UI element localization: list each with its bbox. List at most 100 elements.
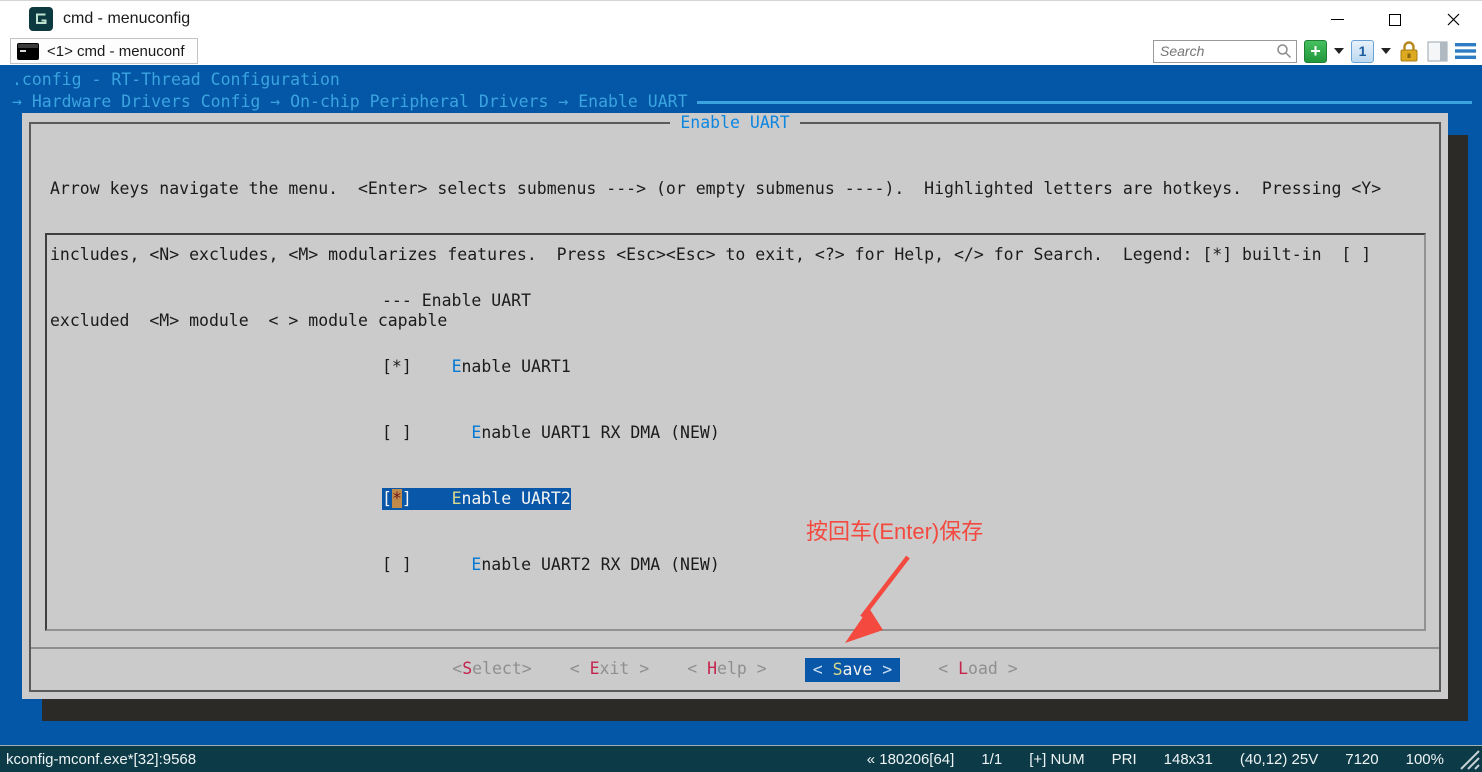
hotkey-letter: H — [707, 659, 717, 678]
breadcrumb-text: → Hardware Drivers Config → On-chip Peri… — [12, 91, 688, 113]
zoom-level[interactable]: 100% — [1406, 751, 1444, 768]
lock-icon[interactable] — [1398, 40, 1420, 63]
dialog-title: Enable UART — [670, 113, 799, 132]
bracket: < — [570, 659, 590, 678]
conemu-app-icon — [29, 7, 53, 31]
help-button[interactable]: < Help > — [687, 658, 767, 682]
tab-cmd-menuconf[interactable]: <1> cmd - menuconf — [10, 38, 198, 64]
status-bar: kconfig-mconf.exe*[32]:9568 « 180206[64]… — [0, 745, 1482, 772]
button-separator — [31, 647, 1439, 649]
breadcrumb: → Hardware Drivers Config → On-chip Peri… — [12, 91, 1472, 113]
menu-hamburger-icon[interactable] — [1455, 43, 1476, 59]
search-icon — [1276, 43, 1292, 59]
checkbox-state: [ ] — [382, 423, 412, 442]
save-button[interactable]: < Save > — [805, 658, 901, 682]
window-controls — [1308, 1, 1482, 38]
plus-icon: + — [1310, 41, 1321, 62]
hotkey-letter: E — [471, 555, 481, 574]
new-console-dropdown-icon[interactable] — [1334, 48, 1344, 54]
cursor-position: (40,12) 25V — [1240, 751, 1318, 768]
window-title: cmd - menuconfig — [63, 10, 190, 28]
gap — [412, 423, 472, 442]
console-number: 1 — [1359, 43, 1367, 59]
dialog-buttons: <Select> < Exit > < Help > < Save > < Lo… — [22, 658, 1448, 682]
priority-indicator: PRI — [1112, 751, 1137, 768]
bracket: > — [872, 660, 892, 679]
console-icon — [17, 43, 39, 60]
help-line: Arrow keys navigate the menu. <Enter> se… — [50, 178, 1381, 200]
maximize-button[interactable] — [1366, 1, 1424, 38]
bracket: [ — [382, 489, 392, 508]
menu-separator-label: --- Enable UART — [382, 290, 720, 312]
separator-text: --- Enable UART — [382, 291, 531, 310]
item-text: nable UART2 — [462, 489, 571, 508]
num-lock-indicator[interactable]: [+] NUM — [1029, 751, 1084, 768]
item-text: nable UART1 — [462, 357, 571, 376]
hotkey-letter: E — [452, 357, 462, 376]
panel-view-icon[interactable] — [1427, 41, 1448, 62]
menu-item-enable-uart1[interactable]: [*] Enable UART1 — [382, 356, 720, 378]
console-list-dropdown-icon[interactable] — [1381, 48, 1391, 54]
bracket: > — [998, 659, 1018, 678]
gap — [412, 555, 472, 574]
bracket: < — [687, 659, 707, 678]
menu-listbox: --- Enable UART [*] Enable UART1 [ ] Ena… — [45, 233, 1426, 631]
item-text: nable UART1 RX DMA (NEW) — [481, 423, 719, 442]
search-input[interactable] — [1160, 43, 1276, 59]
load-button[interactable]: < Load > — [938, 658, 1018, 682]
bracket: < — [452, 659, 462, 678]
cursor-cell: * — [392, 489, 402, 508]
tab-bar: <1> cmd - menuconf + 1 — [0, 37, 1482, 65]
menu-item-uart1-rx-dma[interactable]: [ ] Enable UART1 RX DMA (NEW) — [382, 422, 720, 444]
tabbar-toolbar: + 1 — [1153, 37, 1476, 65]
tab-label: <1> cmd - menuconf — [47, 43, 185, 60]
bracket: < — [813, 660, 833, 679]
button-text: elect — [472, 659, 522, 678]
title-bar: cmd - menuconfig — [0, 0, 1482, 37]
gap — [412, 357, 452, 376]
console-size[interactable]: 148x31 — [1164, 751, 1213, 768]
bracket: > — [747, 659, 767, 678]
checkbox-state: [*] — [382, 357, 412, 376]
minimize-button[interactable] — [1308, 1, 1366, 38]
menu-list: --- Enable UART [*] Enable UART1 [ ] Ena… — [382, 246, 720, 620]
maximize-icon — [1389, 14, 1401, 26]
minimize-icon — [1331, 19, 1344, 20]
menu-item-uart2-rx-dma[interactable]: [ ] Enable UART2 RX DMA (NEW) — [382, 554, 720, 576]
menu-item-enable-uart2-selected[interactable]: [*] Enable UART2 — [382, 488, 720, 510]
active-console-button[interactable]: 1 — [1351, 40, 1374, 63]
button-text: ave — [843, 660, 873, 679]
new-console-button[interactable]: + — [1304, 40, 1327, 63]
select-button[interactable]: <Select> — [452, 658, 531, 682]
hotkey-letter: L — [958, 659, 968, 678]
search-box[interactable] — [1153, 40, 1297, 63]
bracket: > — [629, 659, 649, 678]
hotkey-letter: E — [452, 489, 462, 508]
exit-button[interactable]: < Exit > — [570, 658, 650, 682]
button-text: xit — [600, 659, 630, 678]
annotation-text: 按回车(Enter)保存 — [806, 521, 983, 543]
menuconfig-header: .config - RT-Thread Configuration — [12, 69, 340, 91]
console-handle: « 180206[64] — [867, 751, 955, 768]
gap — [412, 489, 452, 508]
hotkey-letter: E — [471, 423, 481, 442]
checkbox-state: [ ] — [382, 555, 412, 574]
console-count[interactable]: 1/1 — [981, 751, 1002, 768]
item-text: nable UART2 RX DMA (NEW) — [481, 555, 719, 574]
statusbar-right: « 180206[64] 1/1 [+] NUM PRI 148x31 (40,… — [840, 748, 1482, 770]
button-text: oad — [968, 659, 998, 678]
close-button[interactable] — [1424, 1, 1482, 38]
bracket: > — [522, 659, 532, 678]
console-area: .config - RT-Thread Configuration → Hard… — [0, 65, 1482, 745]
resize-grip[interactable] — [1458, 748, 1480, 770]
bracket: < — [938, 659, 958, 678]
bracket: ] — [402, 489, 412, 508]
button-text: elp — [717, 659, 747, 678]
hotkey-letter: S — [833, 660, 843, 679]
hotkey-letter: E — [590, 659, 600, 678]
hotkey-letter: S — [462, 659, 472, 678]
selection-highlight: [*] Enable UART2 — [382, 488, 571, 510]
close-icon — [1447, 13, 1460, 26]
enable-uart-dialog: Enable UART Arrow keys navigate the menu… — [22, 113, 1448, 699]
breadcrumb-rule — [697, 101, 1472, 104]
